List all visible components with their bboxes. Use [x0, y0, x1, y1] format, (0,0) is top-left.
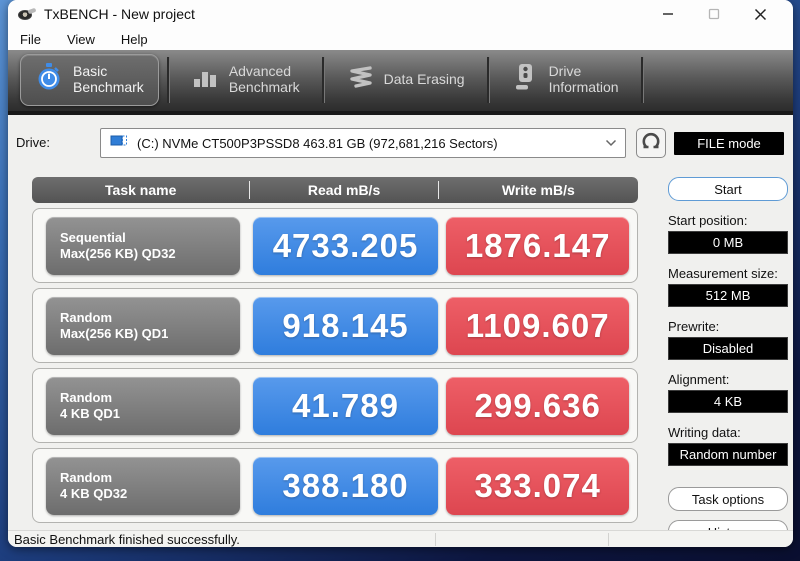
start-button[interactable]: Start	[668, 177, 788, 201]
benchmark-table: Task name Read mB/s Write mB/s Sequentia…	[32, 177, 638, 523]
drive-select[interactable]: (C:) NVMe CT500P3PSSD8 463.81 GB (972,68…	[100, 128, 626, 158]
tab-label-line2: Benchmark	[73, 78, 144, 95]
tab-basic-benchmark[interactable]: Basic Benchmark	[20, 53, 159, 106]
status-message: Basic Benchmark finished successfully.	[14, 531, 240, 547]
disk-icon	[109, 133, 129, 154]
prewrite-label: Prewrite:	[668, 319, 720, 334]
measurement-size-value[interactable]: 512 MB	[668, 284, 788, 307]
status-bar: Basic Benchmark finished successfully.	[8, 530, 793, 547]
task-line1: Random	[60, 309, 112, 325]
drive-label: Drive:	[16, 135, 50, 150]
header-write: Write mB/s	[501, 182, 575, 198]
tab-advanced-benchmark[interactable]: Advanced Benchmark	[177, 54, 314, 106]
drive-icon	[511, 62, 539, 97]
table-header: Task name Read mB/s Write mB/s	[32, 177, 638, 203]
tab-label-line1: Advanced	[228, 62, 292, 79]
task-name-chip: Random Max(256 KB) QD1	[46, 296, 240, 355]
start-position-label: Start position:	[668, 213, 748, 228]
task-line2: 4 KB QD32	[60, 485, 128, 501]
bar-chart-icon	[191, 63, 219, 96]
alignment-label: Alignment:	[668, 372, 730, 387]
tab-separator	[640, 56, 643, 103]
tab-separator	[486, 56, 489, 103]
tab-label-line2: Information	[548, 78, 619, 95]
task-line1: Sequential	[60, 229, 126, 245]
prewrite-value[interactable]: Disabled	[668, 337, 788, 360]
table-row: Random 4 KB QD1 41.789 299.636	[32, 368, 638, 443]
app-window: TxBENCH - New project File View Help Bas…	[8, 0, 793, 547]
write-value: 333.074	[446, 456, 629, 515]
alignment-value[interactable]: 4 KB	[668, 390, 788, 413]
table-row: Random 4 KB QD32 388.180 333.074	[32, 448, 638, 523]
tab-drive-information[interactable]: Drive Information	[497, 54, 633, 106]
refresh-drives-button[interactable]	[636, 128, 666, 158]
main-content: Drive: (C:) NVMe CT500P3PSSD8 463.81 GB …	[8, 115, 793, 544]
table-row: Random Max(256 KB) QD1 918.145 1109.607	[32, 288, 638, 363]
tab-data-erasing[interactable]: Data Erasing	[332, 54, 479, 106]
task-line2: Max(256 KB) QD32	[60, 245, 176, 261]
maximize-button[interactable]	[691, 1, 737, 27]
write-value: 1876.147	[446, 216, 629, 275]
read-value: 41.789	[252, 376, 439, 435]
file-mode-badge[interactable]: FILE mode	[674, 132, 784, 155]
writing-data-label: Writing data:	[668, 425, 741, 440]
header-task-name: Task name	[105, 182, 177, 198]
measurement-size-label: Measurement size:	[668, 266, 778, 281]
menu-bar: File View Help	[8, 28, 793, 50]
title-bar: TxBENCH - New project	[8, 0, 793, 28]
drive-select-value: (C:) NVMe CT500P3PSSD8 463.81 GB (972,68…	[137, 135, 498, 151]
task-line2: 4 KB QD1	[60, 405, 120, 421]
settings-sidebar: Start Start position: 0 MB Measurement s…	[660, 177, 793, 544]
read-value: 4733.205	[252, 216, 439, 275]
task-name-chip: Random 4 KB QD1	[46, 376, 240, 435]
task-name-chip: Sequential Max(256 KB) QD32	[46, 216, 240, 275]
refresh-icon	[641, 131, 661, 156]
write-value: 299.636	[446, 376, 629, 435]
tab-separator	[166, 56, 169, 103]
menu-view[interactable]: View	[65, 30, 105, 49]
task-line2: Max(256 KB) QD1	[60, 325, 169, 341]
close-button[interactable]	[737, 1, 783, 27]
stopwatch-icon	[35, 62, 63, 97]
tab-label-line2: Benchmark	[228, 78, 300, 95]
tab-label-line1: Drive	[548, 62, 582, 79]
window-title: TxBENCH - New project	[44, 6, 195, 22]
read-value: 918.145	[252, 296, 439, 355]
task-line1: Random	[60, 389, 112, 405]
table-row: Sequential Max(256 KB) QD32 4733.205 187…	[32, 208, 638, 283]
status-separator	[608, 533, 609, 546]
header-read: Read mB/s	[307, 182, 381, 198]
tab-label-line1: Basic	[73, 62, 108, 79]
minimize-button[interactable]	[645, 1, 691, 27]
task-line1: Random	[60, 469, 112, 485]
start-position-value[interactable]: 0 MB	[668, 231, 788, 254]
task-options-button[interactable]: Task options	[668, 487, 788, 511]
menu-file[interactable]: File	[18, 30, 51, 49]
chevron-down-icon	[605, 134, 617, 152]
task-name-chip: Random 4 KB QD32	[46, 456, 240, 515]
eraser-icon	[346, 64, 374, 95]
tab-label-line1: Data Erasing	[383, 70, 465, 87]
status-separator	[435, 533, 436, 546]
read-value: 388.180	[252, 456, 439, 515]
tab-separator	[321, 56, 324, 103]
writing-data-value[interactable]: Random number	[668, 443, 788, 466]
write-value: 1109.607	[446, 296, 629, 355]
app-icon	[18, 7, 37, 21]
tab-bar: Basic Benchmark Advanced Benchmark Data Er…	[8, 50, 793, 115]
menu-help[interactable]: Help	[119, 30, 158, 49]
